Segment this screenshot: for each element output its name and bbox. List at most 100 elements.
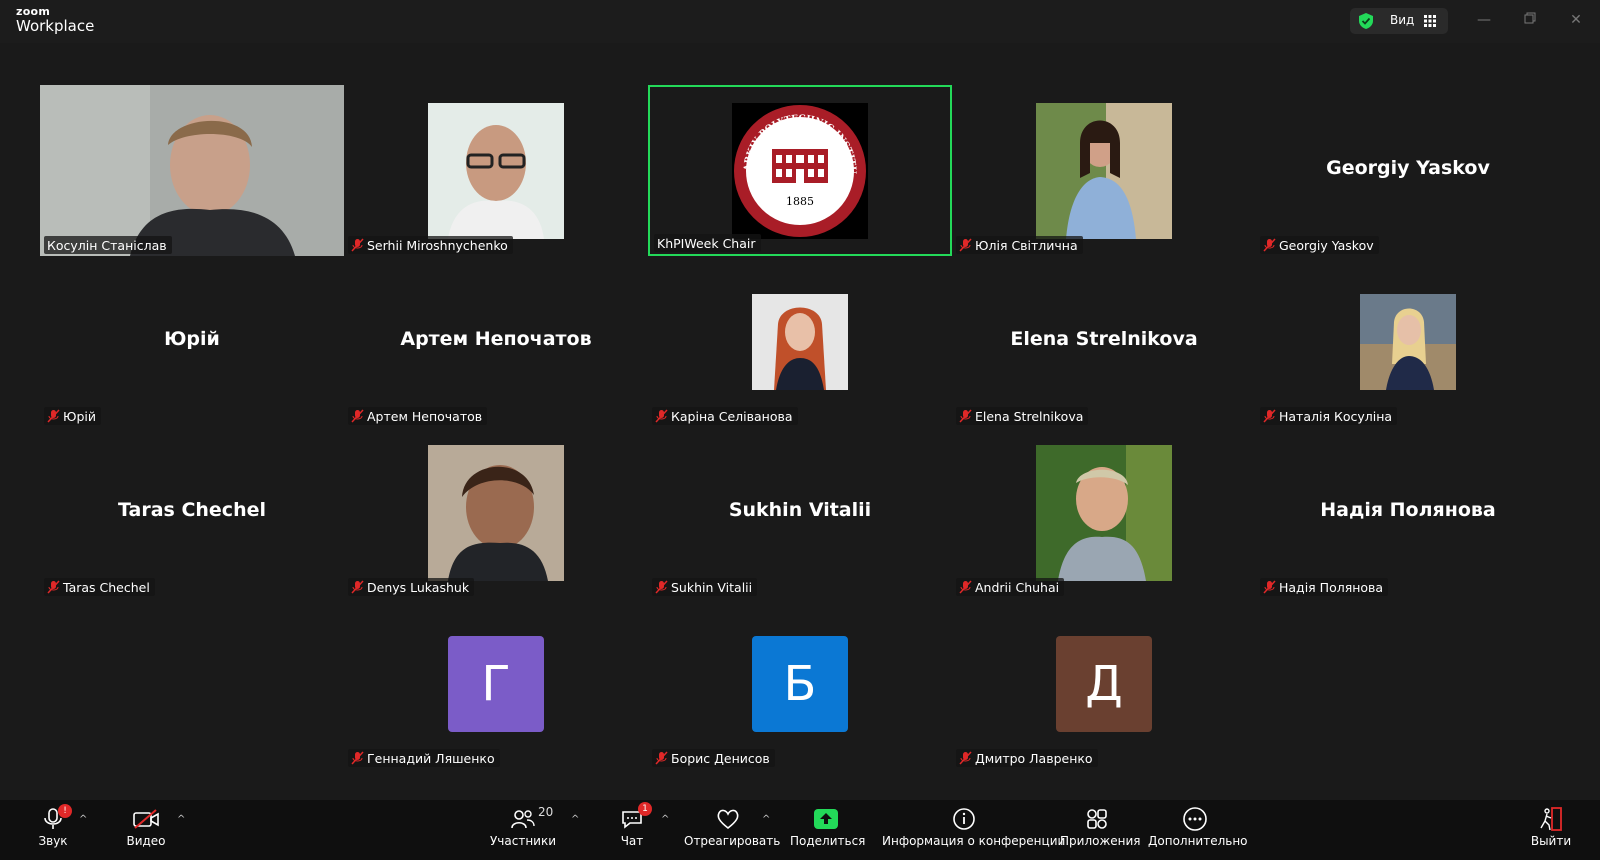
participant-tile[interactable]: Юлія Світлична [952,85,1256,256]
chat-label: Чат [620,834,644,848]
more-options-icon [1183,807,1207,831]
security-shield-icon[interactable] [1357,12,1375,30]
participant-nametag: Дмитро Лавренко [956,749,1098,767]
participant-tile[interactable]: Serhii Miroshnychenko [344,85,648,256]
participants-button[interactable]: 20 Участники [488,805,558,856]
participant-tile[interactable]: Denys Lukashuk [344,427,648,598]
seal-year: 1885 [786,195,814,208]
view-label: Вид [1390,13,1415,27]
participant-photo [752,294,848,390]
mic-muted-icon [959,238,972,252]
minimize-icon[interactable]: — [1476,12,1492,28]
participant-letter-avatar: Д [1056,636,1152,732]
video-label: Видео [126,834,166,848]
participant-tile[interactable]: Д Дмитро Лавренко [952,598,1256,769]
participant-tile[interactable]: Наталія Косуліна [1256,256,1560,427]
participant-name: Serhii Miroshnychenko [367,237,508,253]
mic-muted-icon [655,580,668,594]
participant-name: Наталія Косуліна [1279,408,1393,424]
participant-name: Taras Chechel [63,579,150,595]
mic-muted-icon [959,580,972,594]
participant-name: Юлія Світлична [975,237,1078,253]
participant-nametag: Elena Strelnikova [956,407,1089,425]
audio-button[interactable]: ! Звук [30,804,76,856]
participant-tile[interactable]: Надія Полянова Надія Полянова [1256,427,1560,598]
participant-name: Дмитро Лавренко [975,750,1093,766]
video-off-icon [133,809,159,829]
mic-muted-icon [47,409,60,423]
participant-photo [1036,445,1172,581]
participant-nametag: Sukhin Vitalii [652,578,758,596]
participants-label: Участники [489,834,557,848]
video-options-chevron-up-icon[interactable]: ^ [177,814,187,825]
participant-display-name: Taras Chechel [118,499,266,521]
participant-name: Denys Lukashuk [367,579,470,595]
leave-label: Выйти [1530,834,1572,848]
view-button[interactable]: Вид [1350,8,1448,34]
react-options-chevron-up-icon[interactable]: ^ [762,814,772,825]
apps-button[interactable]: Приложения [1060,806,1141,856]
participant-display-name: Georgiy Yaskov [1326,157,1490,179]
more-button[interactable]: Дополнительно [1148,806,1248,856]
participant-tile[interactable]: Косулін Станіслав [40,85,344,256]
participant-nametag: Denys Lukashuk [348,578,475,596]
participant-tile[interactable]: Sukhin Vitalii Sukhin Vitalii [648,427,952,598]
participant-display-name: Sukhin Vitalii [728,499,872,521]
participant-name: Надія Полянова [1279,579,1384,595]
participant-name: Elena Strelnikova [975,408,1084,424]
participant-tile[interactable]: Georgiy Yaskov Georgiy Yaskov [1256,85,1560,256]
share-label: Поделиться [790,834,866,848]
participant-photo [1036,103,1172,239]
info-icon [953,808,975,830]
chat-button[interactable]: 1 Чат [612,802,652,856]
video-button[interactable]: Видео [118,806,174,856]
participant-tile[interactable]: Г Геннадий Ляшенко [344,598,648,769]
participant-display-name: Артем Непочатов [400,328,592,350]
close-icon[interactable]: ✕ [1568,12,1584,28]
mic-muted-icon [1263,580,1276,594]
leave-exit-icon [1540,807,1562,831]
mic-muted-icon [959,751,972,765]
participant-nametag: Andrii Chuhai [956,578,1065,596]
participant-name: Косулін Станіслав [47,237,167,253]
participant-photo [428,445,564,581]
participant-tile[interactable]: Elena Strelnikova Elena Strelnikova [952,256,1256,427]
participant-tile[interactable]: Б Борис Денисов [648,598,952,769]
participant-nametag: Юрій [44,407,102,425]
leave-button[interactable]: Выйти [1530,806,1572,856]
share-button[interactable]: Поделиться [790,806,866,856]
participants-options-chevron-up-icon[interactable]: ^ [571,814,581,825]
participant-video [40,85,344,256]
participant-name: Геннадий Ляшенко [367,750,495,766]
participant-nametag: Артем Непочатов [348,407,488,425]
react-label: Отреагировать [684,834,781,848]
participant-nametag: Serhii Miroshnychenko [348,236,513,254]
participant-tile[interactable]: Taras Chechel Taras Chechel [40,427,344,598]
participant-tile[interactable]: Andrii Chuhai [952,427,1256,598]
participant-nametag: Каріна Селіванова [652,407,798,425]
restore-icon[interactable] [1522,12,1538,28]
participant-nametag: Геннадий Ляшенко [348,749,500,767]
react-button[interactable]: Отреагировать [684,806,781,856]
audio-options-chevron-up-icon[interactable]: ^ [79,814,89,825]
participant-name: KhPIWeek Chair [657,235,756,251]
participant-tile[interactable]: Каріна Селіванова [648,256,952,427]
participant-display-name: Надія Полянова [1320,499,1496,521]
participant-letter-avatar: Б [752,636,848,732]
participant-nametag: Юлія Світлична [956,236,1083,254]
chat-options-chevron-up-icon[interactable]: ^ [661,814,671,825]
participant-tile-active-speaker[interactable]: KHARKIV POLYTECHNIC INSTITUTE NTU 1885 K… [648,85,952,256]
mic-muted-icon [351,409,364,423]
participant-tile[interactable]: Артем Непочатов Артем Непочатов [344,256,648,427]
meeting-info-button[interactable]: Информация о конференции [882,806,1065,856]
participant-nametag: Taras Chechel [44,578,155,596]
share-screen-icon [814,809,838,829]
participant-name: Sukhin Vitalii [671,579,753,595]
participant-nametag: Наталія Косуліна [1260,407,1398,425]
participant-tile[interactable]: Юрій Юрій [40,256,344,427]
participant-name: Артем Непочатов [367,408,483,424]
participant-name: Andrii Chuhai [975,579,1060,595]
mic-muted-icon [655,409,668,423]
logo-small-text: zoom [16,5,51,18]
participant-nametag: KhPIWeek Chair [654,234,761,252]
